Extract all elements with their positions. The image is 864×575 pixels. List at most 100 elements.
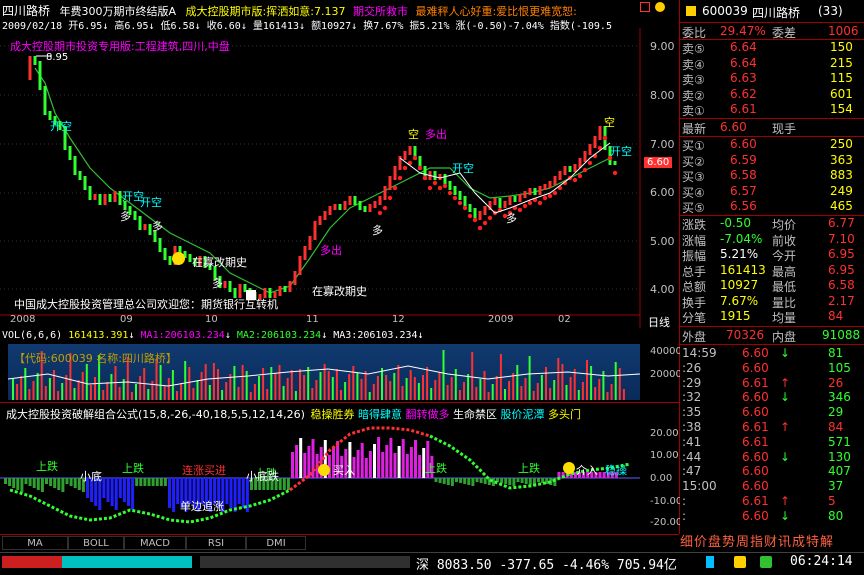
indicator-bar	[65, 478, 69, 484]
ind-label-jinru-2: 介入	[576, 464, 598, 477]
volume-bar	[53, 370, 55, 400]
candle-up	[343, 201, 347, 210]
candle-down	[443, 174, 447, 185]
candle-up	[393, 166, 397, 180]
volume-bar	[376, 376, 379, 400]
candle-up	[373, 201, 377, 208]
trend-dot	[417, 165, 423, 171]
volume-bar	[57, 391, 60, 400]
stat-label-2: 最高	[772, 264, 797, 279]
volume-bar	[618, 368, 621, 400]
stat-value-1: 1915	[720, 309, 751, 323]
tab-boll[interactable]: BOLL	[68, 536, 124, 550]
indicator-bar	[459, 478, 463, 483]
ind-label-shangdie-4: 上跌	[425, 462, 447, 475]
indicator-bar	[45, 478, 48, 484]
tab-macd[interactable]: MACD	[124, 536, 186, 550]
tab-ma[interactable]: MA	[2, 536, 68, 550]
ind-label-jinru: 买入	[333, 464, 355, 477]
indicator-bar	[114, 478, 118, 510]
current-price: 6.60	[647, 157, 670, 168]
indicator-bar	[450, 478, 454, 486]
tick-price: 6.61	[742, 434, 769, 449]
period-label[interactable]: 日线	[648, 314, 670, 330]
signal-kaikong-5: 开空	[610, 145, 632, 158]
tick-price: 6.60	[742, 464, 769, 479]
chart-mode-icon[interactable]	[655, 2, 665, 12]
trend-dot	[422, 175, 428, 181]
candle-up	[538, 186, 542, 195]
indicator-bar	[12, 478, 16, 488]
volume-bar	[393, 373, 396, 400]
volume-bar	[405, 378, 408, 400]
indicator-bar	[368, 451, 372, 478]
candle-up	[143, 224, 147, 230]
tick-volume: 105	[828, 360, 851, 375]
waipan-row: 外盘 70326 内盘 91088	[680, 328, 864, 344]
smiley-icon-4	[563, 462, 575, 474]
volume-bar	[487, 392, 490, 400]
bid-label: 买④	[682, 185, 705, 200]
quote-bottom-tabs[interactable]: 细价盘势周指财讯成特解	[680, 531, 864, 547]
volume-bar	[290, 370, 293, 400]
date-label-2009: 2009	[488, 314, 514, 325]
volume-bar	[422, 375, 424, 400]
indicator-bar	[434, 478, 438, 482]
indicator-bar	[389, 438, 393, 478]
tick-direction: ↓	[780, 508, 791, 523]
index-change: -377.65	[499, 558, 555, 573]
stock-name: 四川路桥	[2, 4, 51, 18]
volume-bar	[77, 380, 80, 400]
volume-bar	[401, 386, 404, 400]
candle-up	[313, 221, 317, 240]
ind-tick-m20: -20.00	[650, 517, 683, 528]
indicator-bar	[110, 478, 114, 506]
trend-dot	[397, 175, 403, 181]
tick-list[interactable]: 14:59 6.60 ↓ 81:26 6.60 105:29 6.61 ↑ 26:32 6.60 ↓…	[680, 346, 864, 526]
indicator-bar	[364, 458, 368, 478]
volume-bar	[479, 379, 482, 400]
candle-down	[283, 286, 287, 292]
settings-icon[interactable]	[640, 2, 650, 12]
candle-down	[163, 248, 167, 260]
indicator-bar	[118, 478, 122, 498]
tick-volume: 130	[828, 449, 851, 464]
trend-dot	[432, 180, 438, 186]
indicator-bar	[151, 478, 155, 486]
volume-bar	[327, 371, 330, 400]
quote-code: 600039	[702, 4, 748, 18]
tick-volume: 84	[828, 420, 844, 434]
stats-row: 总额 10927 最低 6.58	[680, 278, 860, 294]
candle-up	[528, 188, 532, 195]
candle-up	[403, 151, 407, 160]
tab-rsi[interactable]: RSI	[186, 536, 246, 550]
volume-bar	[385, 375, 388, 400]
price-tick-500: 5.00	[650, 235, 675, 248]
bid-label: 买③	[682, 170, 705, 184]
trend-dot	[602, 135, 608, 141]
bid-volume: 250	[830, 137, 853, 151]
indicator-bar	[455, 478, 458, 482]
volume-bar	[409, 370, 412, 400]
indicator-bar	[463, 478, 467, 484]
stat-value-2: 84	[828, 309, 844, 323]
candle-down	[513, 196, 517, 202]
volume-bar	[450, 377, 453, 400]
date-label-11: 11	[306, 314, 319, 325]
indicator-bar	[172, 478, 176, 512]
tab-dmi[interactable]: DMI	[246, 536, 306, 550]
candle-up	[298, 256, 302, 275]
indicator-bar	[442, 478, 446, 484]
volume-bar	[286, 378, 289, 400]
candle-up	[383, 186, 387, 200]
trend-dot	[552, 190, 558, 196]
indicator-bar	[512, 478, 516, 486]
ask-volume: 150	[830, 40, 853, 54]
volume-bar	[389, 381, 392, 400]
index-value: 8083.50	[436, 558, 492, 573]
indicator-bar	[4, 478, 7, 484]
volume-bar	[622, 389, 625, 400]
bid-volume: 883	[830, 168, 853, 182]
stat-label-2: 最低	[772, 280, 797, 294]
ask-volume: 115	[830, 71, 853, 85]
